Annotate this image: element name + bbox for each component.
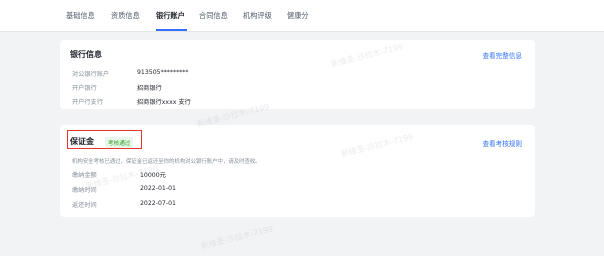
field-value: 招商银行 bbox=[137, 85, 162, 92]
bank-info-card: 银行信息 查看完整信息 对公银行账户 913505********* 开户银行 … bbox=[60, 40, 535, 109]
status-badge: 考核通过 bbox=[105, 137, 134, 148]
field-value: 2022-07-01 bbox=[140, 200, 176, 207]
field-label: 开户行支行 bbox=[72, 99, 103, 106]
field-value: 913505********* bbox=[137, 69, 189, 76]
field-label: 缴纳时间 bbox=[72, 187, 97, 194]
bank-info-title: 银行信息 bbox=[70, 50, 102, 59]
field-value: 10000元 bbox=[140, 172, 166, 179]
tab-bank-account[interactable]: 银行账户 bbox=[156, 11, 185, 21]
view-full-info-link[interactable]: 查看完整信息 bbox=[482, 50, 522, 60]
deposit-card: 保证金 考核通过 查看考核规则 机构安全考核已通过，保证金已返还至你的机构对公银… bbox=[60, 125, 535, 217]
field-label: 返还时间 bbox=[72, 202, 97, 209]
field-label: 缴纳金额 bbox=[72, 172, 97, 179]
field-label: 开户银行 bbox=[72, 85, 97, 92]
field-value: 招商银行xxxx 支行 bbox=[137, 99, 191, 106]
field-value: 2022-01-01 bbox=[140, 185, 176, 192]
watermark: 新维圣-沙拉木-7199 bbox=[200, 224, 275, 251]
field-label: 对公银行账户 bbox=[72, 71, 110, 78]
tab-rating[interactable]: 机构评级 bbox=[243, 11, 272, 21]
tab-contract[interactable]: 合同信息 bbox=[199, 11, 228, 21]
tab-basic-info[interactable]: 基础信息 bbox=[66, 11, 95, 21]
deposit-title: 保证金 bbox=[70, 137, 94, 146]
deposit-notice: 机构安全考核已通过，保证金已返还至你的机构对公银行账户中，请及时查收。 bbox=[72, 159, 261, 165]
tab-bar: 基础信息 资质信息 银行账户 合同信息 机构评级 健康分 bbox=[0, 0, 604, 32]
view-rules-link[interactable]: 查看考核规则 bbox=[482, 138, 522, 148]
active-tab-indicator bbox=[156, 29, 187, 31]
tab-health-score[interactable]: 健康分 bbox=[287, 11, 309, 21]
tab-qualification[interactable]: 资质信息 bbox=[111, 11, 140, 21]
